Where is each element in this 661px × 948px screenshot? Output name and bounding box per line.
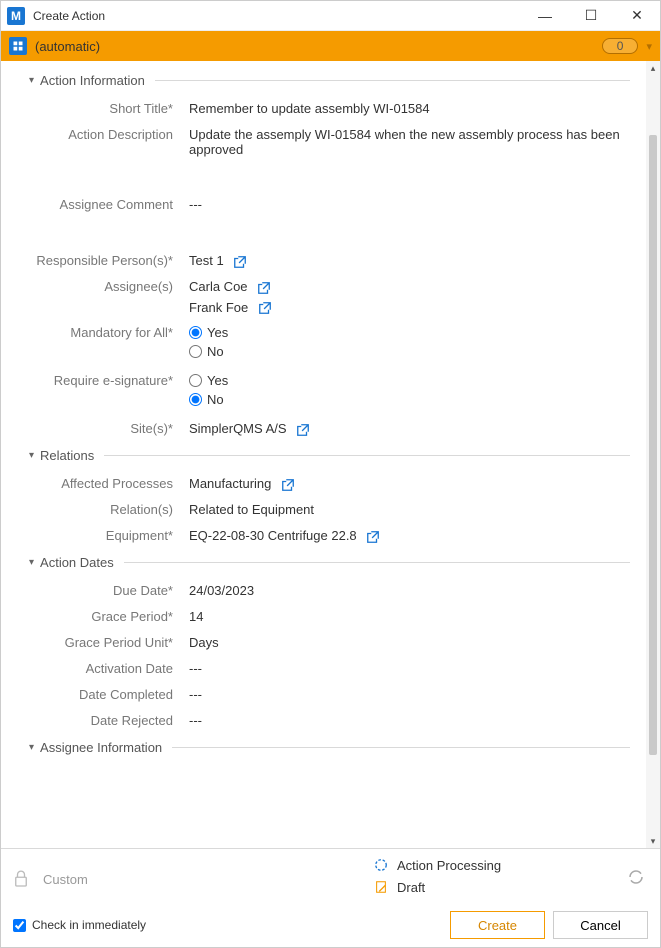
due-date-label: Due Date* bbox=[17, 583, 189, 598]
status-processing: Action Processing bbox=[397, 858, 501, 873]
chevron-down-icon: ▾ bbox=[29, 742, 34, 753]
open-link-icon[interactable] bbox=[233, 255, 247, 269]
section-title: Assignee Information bbox=[40, 740, 162, 755]
grace-unit-value[interactable]: Days bbox=[189, 635, 630, 650]
responsible-value[interactable]: Test 1 bbox=[189, 253, 224, 268]
footer: Custom Action Processing Draft Check in … bbox=[1, 848, 660, 947]
chevron-down-icon[interactable]: ▾ bbox=[646, 40, 652, 53]
esignature-yes-radio[interactable] bbox=[189, 374, 202, 387]
grace-unit-label: Grace Period Unit* bbox=[17, 635, 189, 650]
window-title: Create Action bbox=[33, 9, 522, 23]
section-relations[interactable]: ▾ Relations bbox=[29, 448, 630, 463]
assignees-label: Assignee(s) bbox=[17, 279, 189, 294]
assignee-comment-value[interactable]: --- bbox=[189, 197, 630, 212]
affected-processes-value[interactable]: Manufacturing bbox=[189, 476, 271, 491]
status-draft: Draft bbox=[397, 880, 425, 895]
processing-icon bbox=[373, 857, 389, 873]
relations-label: Relation(s) bbox=[17, 502, 189, 517]
mandatory-yes-radio[interactable] bbox=[189, 326, 202, 339]
activation-date-label: Activation Date bbox=[17, 661, 189, 676]
section-assignee-information[interactable]: ▾ Assignee Information bbox=[29, 740, 630, 755]
esignature-no-radio[interactable] bbox=[189, 393, 202, 406]
open-link-icon[interactable] bbox=[366, 530, 380, 544]
open-link-icon[interactable] bbox=[296, 423, 310, 437]
section-action-information[interactable]: ▾ Action Information bbox=[29, 73, 630, 88]
draft-icon bbox=[373, 879, 389, 895]
assignee-comment-label: Assignee Comment bbox=[17, 197, 189, 212]
cancel-button[interactable]: Cancel bbox=[553, 911, 648, 939]
close-button[interactable]: ✕ bbox=[614, 1, 660, 31]
esignature-yes-label: Yes bbox=[207, 373, 228, 388]
equipment-label: Equipment* bbox=[17, 528, 189, 543]
section-title: Action Dates bbox=[40, 555, 114, 570]
open-link-icon[interactable] bbox=[258, 301, 272, 315]
section-title: Action Information bbox=[40, 73, 145, 88]
date-rejected-value[interactable]: --- bbox=[189, 713, 630, 728]
scroll-up-arrow[interactable]: ▴ bbox=[646, 61, 660, 75]
responsible-label: Responsible Person(s)* bbox=[17, 253, 189, 268]
scrollbar-thumb[interactable] bbox=[649, 135, 657, 755]
date-completed-value[interactable]: --- bbox=[189, 687, 630, 702]
refresh-icon[interactable] bbox=[628, 872, 644, 889]
action-description-value[interactable]: Update the assemply WI-01584 when the ne… bbox=[189, 127, 630, 157]
esignature-label: Require e-signature* bbox=[17, 373, 189, 388]
scroll-down-arrow[interactable]: ▾ bbox=[646, 834, 660, 848]
custom-label: Custom bbox=[43, 872, 88, 887]
maximize-button[interactable]: ☐ bbox=[568, 1, 614, 31]
sites-label: Site(s)* bbox=[17, 421, 189, 436]
grace-period-label: Grace Period* bbox=[17, 609, 189, 624]
chevron-down-icon: ▾ bbox=[29, 557, 34, 568]
object-header-bar: (automatic) 0 ▾ bbox=[1, 31, 660, 61]
equipment-value[interactable]: EQ-22-08-30 Centrifuge 22.8 bbox=[189, 528, 357, 543]
object-count-badge[interactable]: 0 bbox=[602, 38, 639, 54]
vertical-scrollbar[interactable]: ▴ ▾ bbox=[646, 61, 660, 848]
activation-date-value[interactable]: --- bbox=[189, 661, 630, 676]
section-title: Relations bbox=[40, 448, 94, 463]
chevron-down-icon: ▾ bbox=[29, 75, 34, 86]
mandatory-yes-label: Yes bbox=[207, 325, 228, 340]
object-icon bbox=[9, 37, 27, 55]
short-title-label: Short Title* bbox=[17, 101, 189, 116]
app-icon: M bbox=[7, 7, 25, 25]
mandatory-no-label: No bbox=[207, 344, 224, 359]
esignature-no-label: No bbox=[207, 392, 224, 407]
grace-period-value[interactable]: 14 bbox=[189, 609, 630, 624]
relations-value[interactable]: Related to Equipment bbox=[189, 502, 630, 517]
mandatory-label: Mandatory for All* bbox=[17, 325, 189, 340]
create-button[interactable]: Create bbox=[450, 911, 545, 939]
form-scroll-area[interactable]: ▾ Action Information Short Title* Rememb… bbox=[1, 61, 646, 848]
open-link-icon[interactable] bbox=[281, 478, 295, 492]
titlebar: M Create Action — ☐ ✕ bbox=[1, 1, 660, 31]
chevron-down-icon: ▾ bbox=[29, 450, 34, 461]
checkin-label: Check in immediately bbox=[32, 918, 146, 932]
sites-value[interactable]: SimplerQMS A/S bbox=[189, 421, 287, 436]
checkin-checkbox[interactable]: Check in immediately bbox=[13, 918, 146, 932]
action-description-label: Action Description bbox=[17, 127, 189, 142]
short-title-value[interactable]: Remember to update assembly WI-01584 bbox=[189, 101, 630, 116]
open-link-icon[interactable] bbox=[257, 281, 271, 295]
minimize-button[interactable]: — bbox=[522, 1, 568, 31]
checkin-checkbox-input[interactable] bbox=[13, 919, 26, 932]
object-title: (automatic) bbox=[35, 39, 602, 54]
assignee-value-2[interactable]: Frank Foe bbox=[189, 300, 248, 315]
section-action-dates[interactable]: ▾ Action Dates bbox=[29, 555, 630, 570]
mandatory-no-radio[interactable] bbox=[189, 345, 202, 358]
due-date-value[interactable]: 24/03/2023 bbox=[189, 583, 630, 598]
assignee-value-1[interactable]: Carla Coe bbox=[189, 279, 248, 294]
date-rejected-label: Date Rejected bbox=[17, 713, 189, 728]
lock-icon bbox=[13, 869, 29, 889]
affected-processes-label: Affected Processes bbox=[17, 476, 189, 491]
date-completed-label: Date Completed bbox=[17, 687, 189, 702]
